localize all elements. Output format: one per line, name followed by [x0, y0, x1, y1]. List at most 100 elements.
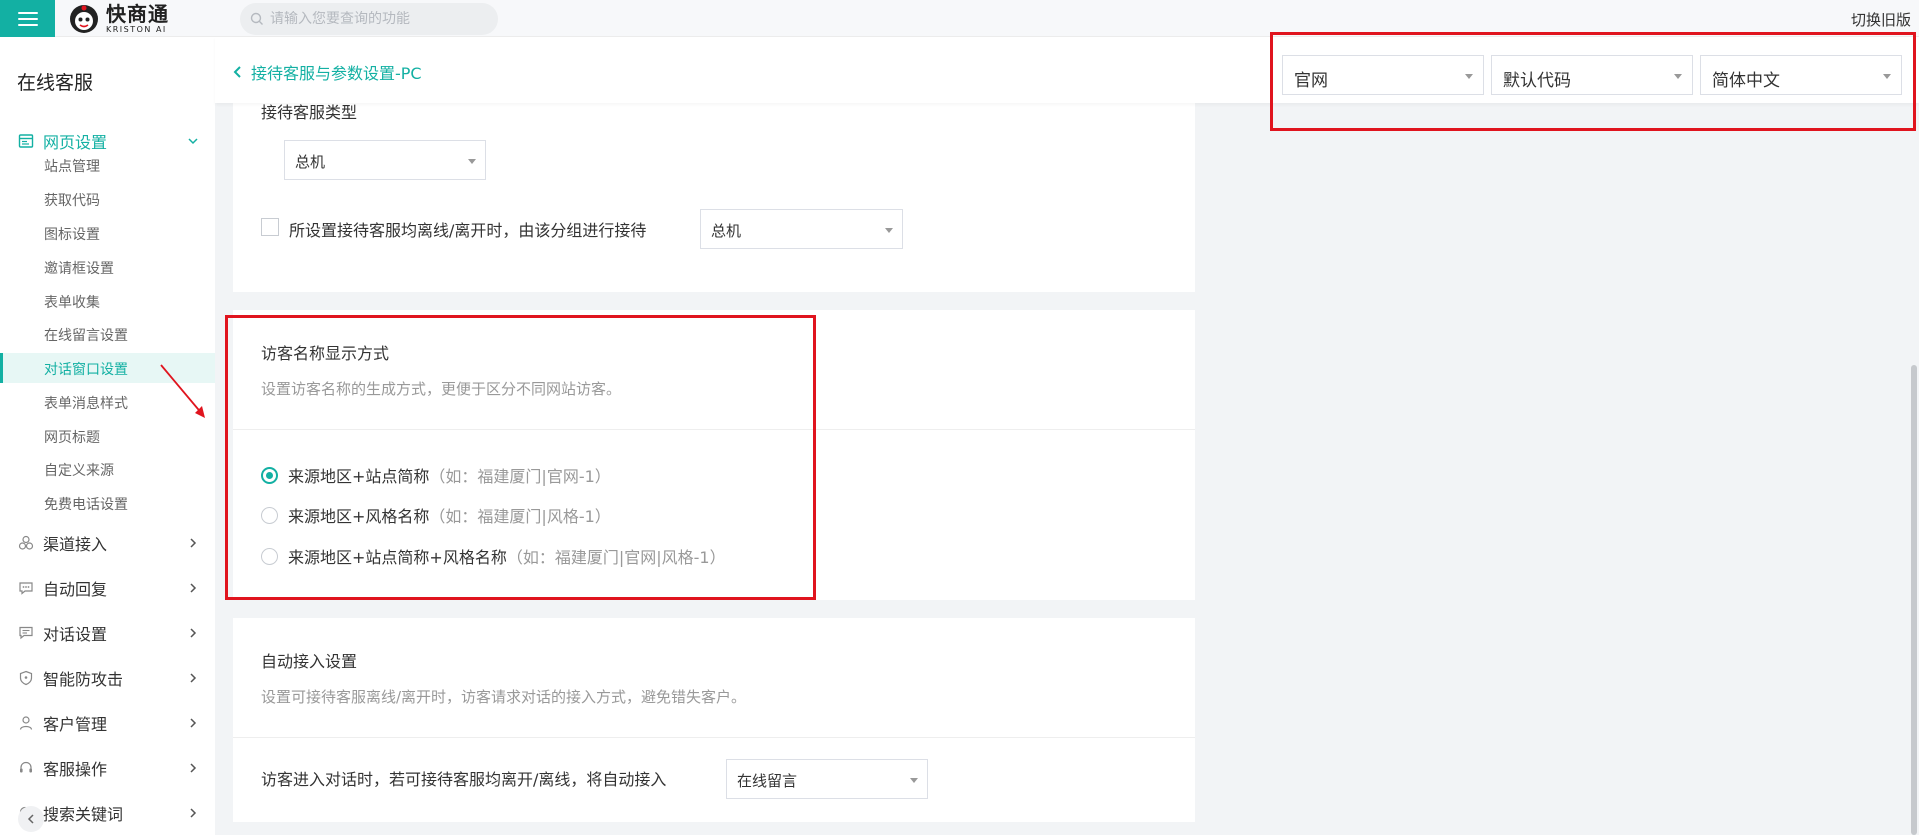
dialog-icon [19, 626, 33, 640]
reception-type-select[interactable]: 总机 [284, 140, 486, 180]
divider [233, 429, 1195, 430]
auto-access-select[interactable]: 在线留言 [726, 759, 928, 799]
switch-old-version-link[interactable]: 切换旧版 [1851, 9, 1911, 30]
visitor-name-title: 访客名称显示方式 [261, 344, 390, 363]
sidebar: 在线客服 网页设置 站点管理 获取代码 图标设置 邀请框设置 表单收集 在线留言… [0, 37, 215, 835]
chevron-right-icon [190, 583, 197, 593]
chevron-left-icon [233, 66, 241, 78]
language-select-value: 简体中文 [1712, 71, 1780, 91]
option-hint: （如：福建厦门|官网|风格-1） [506, 548, 726, 567]
sidebar-group-channels[interactable]: 渠道接入 [0, 528, 215, 558]
fallback-group-select[interactable]: 总机 [700, 209, 903, 249]
sidebar-item-invite-box[interactable]: 邀请框设置 [0, 252, 215, 282]
feature-search[interactable] [240, 3, 498, 35]
visitor-name-option-3[interactable]: 来源地区+站点简称+风格名称 （如：福建厦门|官网|风格-1） [261, 544, 726, 568]
auto-access-card: 自动接入设置 设置可接待客服离线/离开时，访客请求对话的接入方式，避免错失客户。… [233, 618, 1195, 822]
sidebar-group-label: 客户管理 [43, 715, 108, 734]
auto-access-title: 自动接入设置 [261, 652, 358, 671]
caret-down-icon [1883, 74, 1891, 79]
sidebar-item-icon-settings[interactable]: 图标设置 [0, 218, 215, 248]
sidebar-item-free-phone[interactable]: 免费电话设置 [0, 488, 215, 518]
chevron-left-icon [27, 814, 34, 824]
back-link[interactable]: 接待客服与参数设置-PC [233, 60, 422, 84]
radio-button[interactable] [261, 506, 278, 524]
reception-type-value: 总机 [295, 153, 326, 171]
sidebar-group-auto-reply[interactable]: 自动回复 [0, 573, 215, 603]
caret-down-icon [1465, 74, 1473, 79]
shield-icon [19, 670, 33, 686]
webpage-icon [18, 134, 34, 148]
sidebar-group-label: 渠道接入 [43, 535, 108, 554]
sidebar-group-dialog-settings[interactable]: 对话设置 [0, 618, 215, 648]
site-select-value: 官网 [1294, 71, 1328, 91]
option-label: 来源地区+站点简称 [288, 467, 430, 486]
code-select-value: 默认代码 [1503, 71, 1571, 91]
fallback-group-label: 所设置接待客服均离线/离开时，由该分组进行接待 [289, 221, 647, 240]
chevron-right-icon [190, 538, 197, 548]
radio-button[interactable] [261, 547, 278, 565]
sidebar-item-form-message-style[interactable]: 表单消息样式 [0, 387, 215, 417]
visitor-name-description: 设置访客名称的生成方式，更便于区分不同网站访客。 [261, 380, 622, 398]
sidebar-collapse-button[interactable] [18, 806, 44, 832]
option-label: 来源地区+站点简称+风格名称 [288, 548, 507, 567]
logo-mascot-icon [70, 5, 98, 33]
sidebar-group-anti-attack[interactable]: 智能防攻击 [0, 663, 215, 693]
option-hint: （如：福建厦门|风格-1） [429, 507, 611, 526]
sidebar-group-customer-management[interactable]: 客户管理 [0, 708, 215, 738]
page-title: 接待客服与参数设置-PC [251, 64, 422, 83]
caret-down-icon [1674, 74, 1682, 79]
brand-name: 快商通 [106, 2, 169, 26]
fallback-group-value: 总机 [711, 222, 742, 240]
top-bar: 快商通 KRISTON AI 切换旧版 [0, 0, 1919, 37]
visitor-name-option-2[interactable]: 来源地区+风格名称 （如：福建厦门|风格-1） [261, 503, 611, 527]
search-icon [250, 12, 263, 25]
hamburger-icon [17, 8, 38, 30]
caret-down-icon [468, 159, 476, 164]
scrollbar-thumb[interactable] [1911, 365, 1917, 835]
sidebar-group-label: 对话设置 [43, 625, 108, 644]
reception-settings-card: 接待客服类型 总机 所设置接待客服均离线/离开时，由该分组进行接待 总机 [233, 103, 1195, 292]
chat-bubble-icon [19, 582, 33, 595]
menu-toggle-button[interactable] [0, 0, 55, 37]
sidebar-item-get-code[interactable]: 获取代码 [0, 184, 215, 214]
language-select[interactable]: 简体中文 [1700, 55, 1902, 95]
sidebar-group-agent-operations[interactable]: 客服操作 [0, 753, 215, 783]
option-hint: （如：福建厦门|官网-1） [429, 467, 611, 486]
chevron-right-icon [190, 673, 197, 683]
option-label: 来源地区+风格名称 [288, 507, 430, 526]
site-select[interactable]: 官网 [1282, 55, 1484, 95]
visitor-name-card: 访客名称显示方式 设置访客名称的生成方式，更便于区分不同网站访客。 来源地区+站… [233, 310, 1195, 600]
channels-icon [18, 535, 34, 550]
chevron-right-icon [190, 808, 197, 818]
sidebar-group-label: 智能防攻击 [43, 670, 124, 689]
auto-access-row-label: 访客进入对话时，若可接待客服均离开/离线，将自动接入 [261, 770, 667, 789]
caret-down-icon [885, 228, 893, 233]
sidebar-item-site-management[interactable]: 站点管理 [0, 150, 215, 180]
auto-access-value: 在线留言 [737, 772, 798, 790]
sidebar-item-page-title[interactable]: 网页标题 [0, 421, 215, 451]
visitor-name-option-1[interactable]: 来源地区+站点简称 （如：福建厦门|官网-1） [261, 463, 611, 487]
sidebar-group-label: 客服操作 [43, 760, 108, 779]
headset-icon [20, 761, 32, 773]
sidebar-item-chat-window-settings[interactable]: 对话窗口设置 [0, 353, 215, 383]
chevron-right-icon [190, 628, 197, 638]
brand-logo[interactable]: 快商通 KRISTON AI [68, 2, 169, 36]
auto-access-description: 设置可接待客服离线/离开时，访客请求对话的接入方式，避免错失客户。 [261, 688, 747, 706]
sidebar-group-label: 自动回复 [43, 580, 108, 599]
search-input[interactable] [270, 11, 490, 27]
caret-down-icon [910, 778, 918, 783]
chevron-down-icon [188, 138, 198, 145]
brand-tagline: KRISTON AI [106, 25, 167, 34]
fallback-group-checkbox[interactable] [261, 218, 279, 236]
user-icon [19, 716, 33, 730]
sidebar-item-message-settings[interactable]: 在线留言设置 [0, 319, 215, 349]
radio-button-checked[interactable] [261, 466, 278, 484]
chevron-right-icon [190, 718, 197, 728]
divider [233, 737, 1195, 738]
sidebar-title: 在线客服 [17, 72, 94, 94]
sidebar-item-form-collection[interactable]: 表单收集 [0, 286, 215, 316]
chevron-right-icon [190, 763, 197, 773]
code-select[interactable]: 默认代码 [1491, 55, 1693, 95]
sidebar-group-label: 搜索关键词 [43, 805, 124, 824]
sidebar-item-custom-source[interactable]: 自定义来源 [0, 454, 215, 484]
